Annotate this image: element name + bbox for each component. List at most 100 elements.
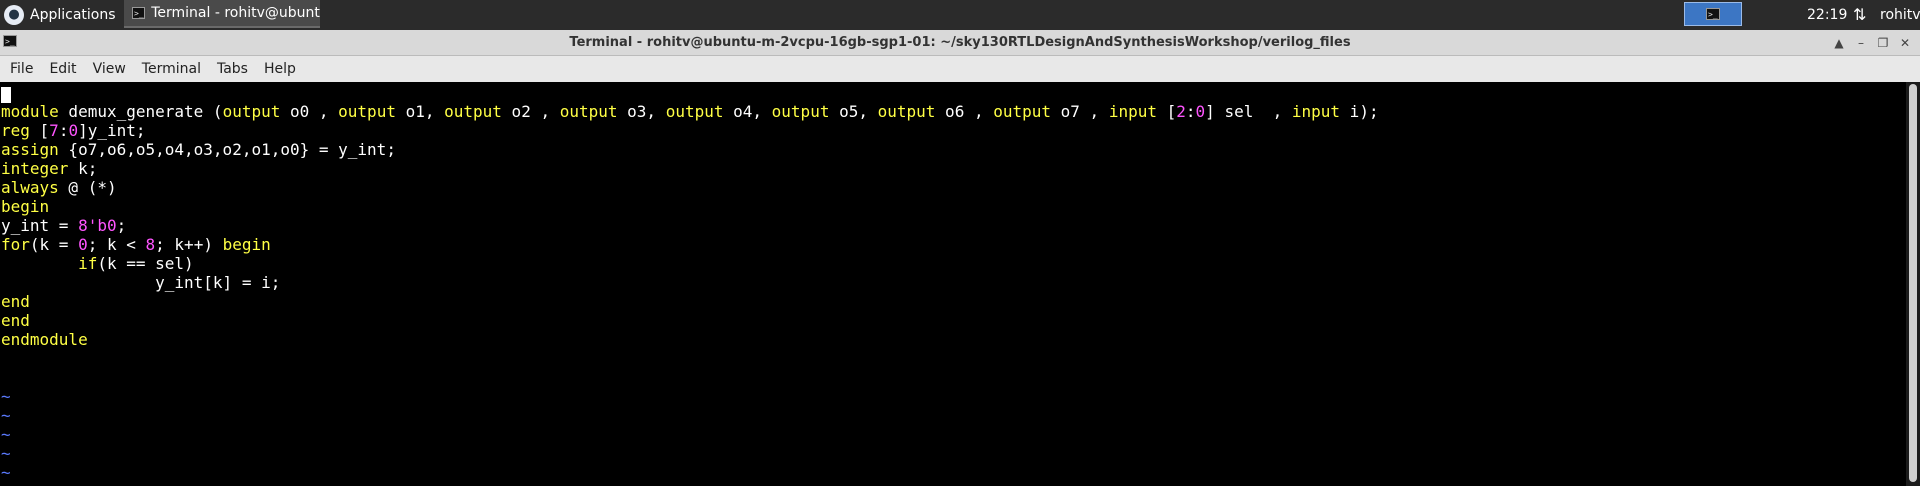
code-token: module — [1, 102, 59, 121]
window-title: Terminal - rohitv@ubuntu-m-2vcpu-16gb-sg… — [569, 35, 1351, 50]
user-menu[interactable]: rohitv — [1880, 0, 1920, 30]
code-token: for — [1, 235, 30, 254]
code-line: ~ — [1, 463, 1379, 482]
taskbar-terminal-task[interactable]: >_ Terminal - rohitv@ubunt... — [124, 0, 320, 28]
code-token: begin — [1, 197, 50, 216]
code-token: i); — [1340, 102, 1379, 121]
code-token: 0 — [68, 121, 79, 140]
scrollbar-thumb[interactable] — [1909, 84, 1917, 482]
code-line: end — [1, 311, 1379, 330]
code-line: end — [1, 292, 1379, 311]
applications-menu-button[interactable]: ● Applications — [0, 0, 116, 30]
code-content: module demux_generate ( output o0 , outpu… — [1, 102, 1379, 482]
code-token: end — [1, 311, 30, 330]
code-line: ~ — [1, 425, 1379, 444]
code-line: integer k; — [1, 159, 1379, 178]
code-token: 7 — [49, 121, 59, 140]
code-line: endmodule — [1, 330, 1379, 349]
menu-help[interactable]: Help — [256, 61, 304, 77]
code-token: output — [993, 102, 1052, 121]
code-token: [ — [1156, 102, 1177, 121]
menu-view[interactable]: View — [85, 61, 134, 77]
code-token: ; — [116, 216, 127, 235]
code-line: ~ — [1, 444, 1379, 463]
network-icon[interactable]: ⇅ — [1853, 0, 1866, 30]
clock: 22:19 — [1807, 7, 1848, 23]
code-token: if — [78, 254, 98, 273]
code-token: [ — [29, 121, 50, 140]
menubar: File Edit View Terminal Tabs Help — [0, 56, 1920, 82]
scrollbar[interactable] — [1906, 82, 1920, 486]
workspace-switcher[interactable]: >_ — [1684, 2, 1742, 26]
code-token: k; — [68, 159, 98, 178]
code-token: endmodule — [1, 330, 88, 349]
code-token: end — [1, 292, 30, 311]
code-token: y_int[k] = i; — [1, 273, 281, 292]
empty-line-tilde: ~ — [1, 463, 11, 482]
code-token: 8'b0 — [78, 216, 117, 235]
code-token: o2 , — [501, 102, 560, 121]
empty-line-tilde: ~ — [1, 425, 11, 444]
taskbar: ● Applications >_ Terminal - rohitv@ubun… — [0, 0, 1920, 30]
code-line: y_int[k] = i; — [1, 273, 1379, 292]
code-line: begin — [1, 197, 1379, 216]
roll-up-icon[interactable]: ▲ — [1828, 36, 1850, 50]
code-token: o3, — [617, 102, 666, 121]
code-token: o6 , — [935, 102, 994, 121]
code-line: ~ — [1, 406, 1379, 425]
menu-terminal[interactable]: Terminal — [134, 61, 209, 77]
code-token: o7 , — [1051, 102, 1109, 121]
window-titlebar[interactable]: >_ Terminal - rohitv@ubuntu-m-2vcpu-16gb… — [0, 30, 1920, 56]
code-token: 0 — [78, 235, 88, 254]
code-token: ] sel , — [1205, 102, 1292, 121]
code-token: o4, — [723, 102, 772, 121]
code-token: output — [444, 102, 502, 121]
maximize-icon[interactable]: ❐ — [1872, 36, 1894, 50]
code-token: assign — [1, 140, 59, 159]
code-token: 2 — [1176, 102, 1186, 121]
code-token: ; k++) — [155, 235, 223, 254]
taskbar-task-label: Terminal - rohitv@ubunt... — [151, 5, 320, 21]
code-token: : — [58, 121, 69, 140]
terminal-cursor — [1, 87, 11, 103]
menu-file[interactable]: File — [0, 61, 41, 77]
code-line: always @ (*) — [1, 178, 1379, 197]
code-token: {o7,o6,o5,o4,o3,o2,o1,o0} = y_int; — [58, 140, 396, 159]
code-token: 8 — [145, 235, 156, 254]
code-token: y_int = — [1, 216, 79, 235]
menu-edit[interactable]: Edit — [41, 61, 84, 77]
code-token: input — [1108, 102, 1157, 121]
menu-tabs[interactable]: Tabs — [209, 61, 256, 77]
terminal-icon: >_ — [132, 7, 146, 19]
minimize-icon[interactable]: – — [1850, 36, 1872, 50]
code-token: @ (*) — [58, 178, 117, 197]
xfce-logo-icon: ● — [4, 5, 24, 25]
code-token: : — [1185, 102, 1196, 121]
code-token: always — [1, 178, 59, 197]
workspace-terminal-icon: >_ — [1706, 8, 1720, 20]
code-token: output — [559, 102, 618, 121]
close-icon[interactable]: ✕ — [1894, 36, 1916, 50]
code-token: (k == sel) — [97, 254, 194, 273]
code-line: assign {o7,o6,o5,o4,o3,o2,o1,o0} = y_int… — [1, 140, 1379, 159]
code-token: output — [338, 102, 396, 121]
code-token: reg — [1, 121, 30, 140]
code-token: o0 , — [280, 102, 339, 121]
code-token: ]y_int; — [78, 121, 146, 140]
code-token: (k = — [29, 235, 79, 254]
code-token: o1, — [395, 102, 445, 121]
code-token: output — [877, 102, 936, 121]
code-line: reg [7:0]y_int; — [1, 121, 1379, 140]
terminal-area[interactable]: module demux_generate ( output o0 , outpu… — [0, 82, 1906, 486]
code-token: input — [1291, 102, 1341, 121]
empty-line-tilde: ~ — [1, 406, 11, 425]
code-token: 0 — [1195, 102, 1206, 121]
code-token: output — [771, 102, 830, 121]
code-token: o5, — [829, 102, 878, 121]
code-line: module demux_generate ( output o0 , outpu… — [1, 102, 1379, 121]
empty-line-tilde: ~ — [1, 387, 11, 406]
code-token: demux_generate ( — [58, 102, 223, 121]
